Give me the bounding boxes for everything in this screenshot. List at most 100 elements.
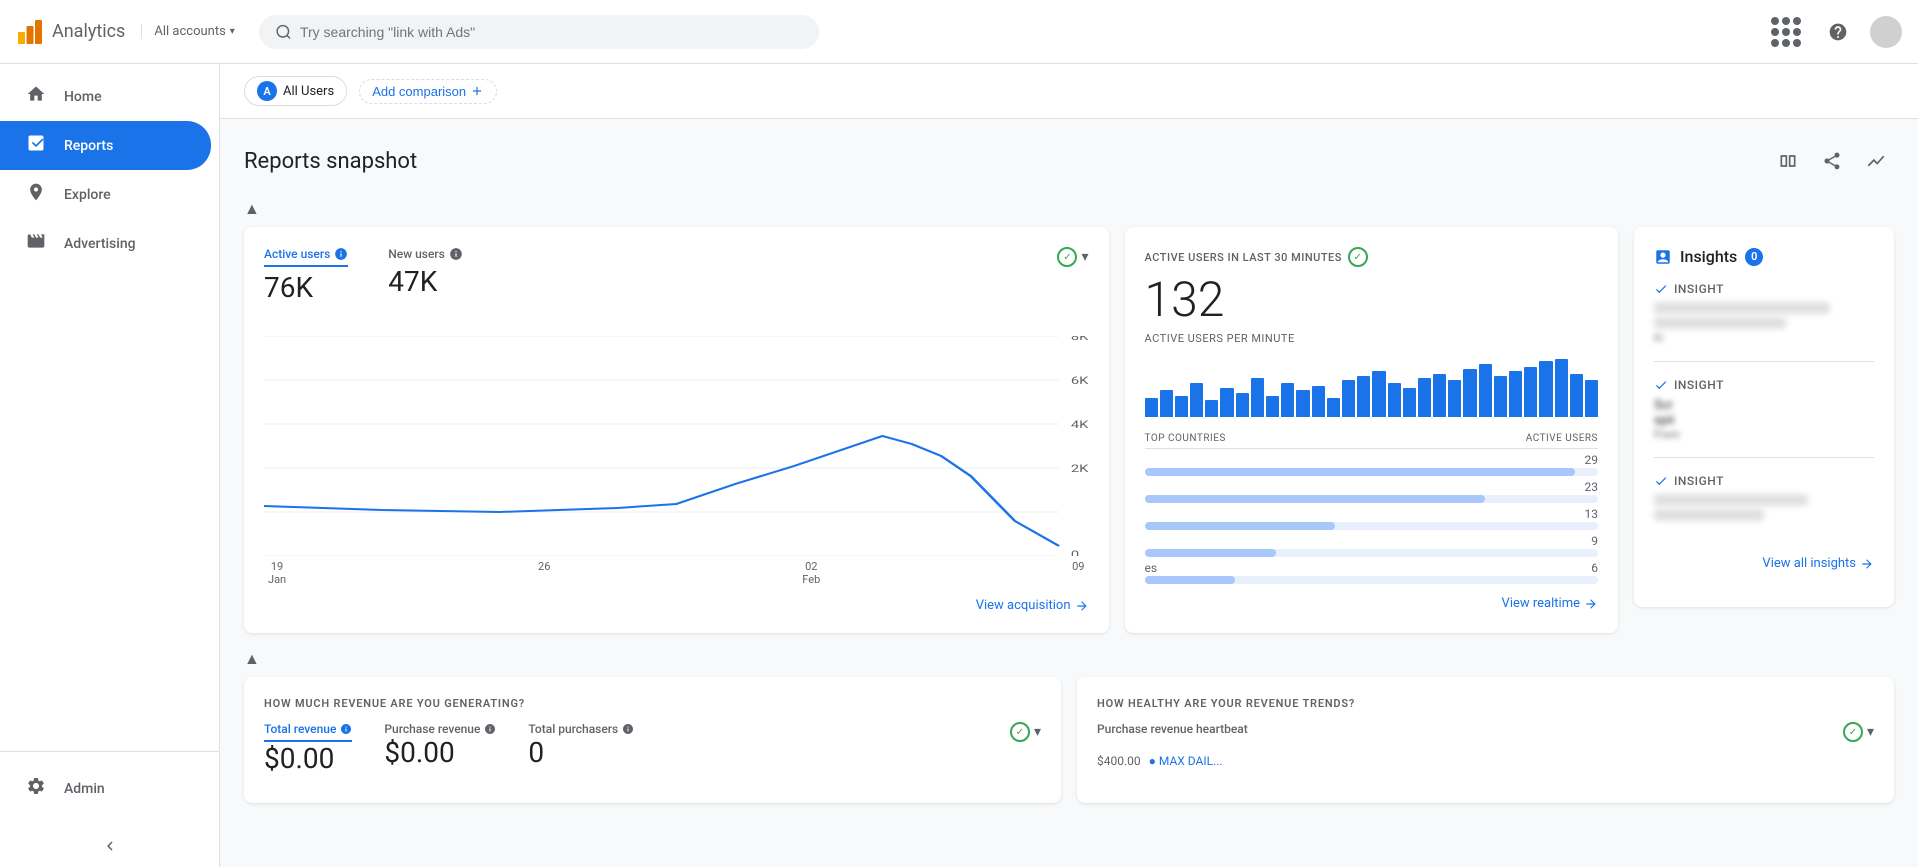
admin-icon — [24, 776, 48, 801]
x-label-3: 02Feb — [802, 560, 820, 586]
sidebar-item-explore[interactable]: Explore — [0, 170, 211, 219]
country-row: 29 — [1145, 453, 1598, 476]
insight-text-2: Scr spii From — [1654, 398, 1874, 441]
svg-text:0: 0 — [1071, 549, 1079, 556]
bar-item — [1266, 396, 1279, 417]
section-toggle-1[interactable]: ▲ — [244, 199, 1894, 219]
customize-button[interactable] — [1858, 143, 1894, 179]
revenue-cards-row: HOW MUCH REVENUE ARE YOU GENERATING? Tot… — [244, 677, 1894, 803]
content-area: A All Users Add comparison Reports snaps… — [220, 64, 1918, 867]
revenue-left-title: HOW MUCH REVENUE ARE YOU GENERATING? — [264, 697, 1041, 710]
account-selector[interactable]: All accounts ▾ — [141, 24, 234, 39]
search-bar[interactable] — [259, 15, 819, 49]
bar-item — [1570, 374, 1583, 418]
columns-view-button[interactable] — [1770, 143, 1806, 179]
search-icon — [275, 23, 292, 41]
sidebar-item-admin[interactable]: Admin — [0, 764, 211, 813]
sidebar-item-advertising-label: Advertising — [64, 236, 136, 252]
bar-item — [1509, 371, 1522, 417]
reports-icon — [24, 133, 48, 158]
info-icon-1[interactable] — [334, 247, 348, 261]
explore-icon — [24, 182, 48, 207]
country-bar-bg — [1145, 495, 1598, 503]
sidebar-collapse-button[interactable] — [97, 833, 123, 859]
country-bar-fill — [1145, 468, 1576, 476]
view-realtime-link[interactable]: View realtime — [1145, 596, 1598, 611]
avatar[interactable] — [1870, 16, 1902, 48]
country-bar-bg — [1145, 549, 1598, 557]
revenue-metrics: Total revenue $0.00 Purchase revenue $0.… — [264, 722, 1041, 775]
purchase-revenue-value: $0.00 — [384, 736, 496, 769]
heartbeat-check-icon: ✓ — [1843, 722, 1863, 742]
all-users-chip[interactable]: A All Users — [244, 76, 347, 106]
revenue-dropdown[interactable]: ▾ — [1034, 724, 1041, 740]
arrow-right-icon-3 — [1860, 557, 1874, 571]
info-icon-rev-1[interactable] — [340, 723, 352, 735]
card-metrics: Active users 76K New users 47K — [264, 247, 463, 304]
sidebar-item-admin-label: Admin — [64, 781, 105, 797]
bar-item — [1220, 388, 1233, 417]
app-logo[interactable]: Analytics — [16, 18, 125, 46]
bar-item — [1145, 398, 1158, 417]
insight-text-1: Fr — [1654, 302, 1874, 345]
max-daily-value: $400.00 — [1097, 754, 1141, 768]
insight-icon-3 — [1654, 474, 1668, 488]
country-bar-bg — [1145, 468, 1598, 476]
view-acquisition-link[interactable]: View acquisition — [264, 598, 1089, 613]
bar-item — [1448, 380, 1461, 417]
sidebar-item-reports[interactable]: Reports — [0, 121, 211, 170]
share-button[interactable] — [1814, 143, 1850, 179]
realtime-label: Active users in last 30 minutes ✓ — [1145, 247, 1598, 267]
bar-item — [1524, 367, 1537, 417]
chevron-down-icon: ▾ — [230, 26, 235, 37]
help-button[interactable] — [1818, 12, 1858, 52]
bar-item — [1190, 383, 1203, 417]
insight-item-2: INSIGHT Scr spii From — [1654, 378, 1874, 458]
content-header: A All Users Add comparison — [220, 64, 1918, 119]
country-value: 29 — [1585, 453, 1599, 467]
chevron-left-icon — [101, 837, 119, 855]
country-bar-fill — [1145, 495, 1485, 503]
search-input[interactable] — [300, 24, 803, 40]
realtime-sublabel: Active users per minute — [1145, 332, 1598, 345]
metric-new-users: New users 47K — [388, 247, 463, 304]
bar-item — [1555, 359, 1568, 417]
info-icon-rev-2[interactable] — [484, 723, 496, 735]
metrics-dropdown[interactable]: ▾ — [1081, 249, 1088, 265]
realtime-card: Active users in last 30 minutes ✓ 132 Ac… — [1125, 227, 1618, 633]
topbar: Analytics All accounts ▾ — [0, 0, 1918, 64]
add-comparison-button[interactable]: Add comparison — [359, 79, 497, 104]
insight-label-2: INSIGHT — [1654, 378, 1874, 392]
bar-item — [1372, 371, 1385, 417]
section-toggle-2[interactable]: ▲ — [244, 649, 1894, 669]
sidebar-item-explore-label: Explore — [64, 187, 111, 203]
country-row: 23 — [1145, 480, 1598, 503]
view-all-insights-link[interactable]: View all insights — [1654, 556, 1874, 571]
segment-label: All Users — [283, 84, 334, 99]
bar-item — [1388, 383, 1401, 417]
insight-item-1: INSIGHT Fr — [1654, 282, 1874, 362]
apps-grid-button[interactable] — [1766, 12, 1806, 52]
sidebar-item-home[interactable]: Home — [0, 72, 211, 121]
realtime-value: 132 — [1145, 271, 1598, 328]
country-row: 13 — [1145, 507, 1598, 530]
insight-icon-2 — [1654, 378, 1668, 392]
total-revenue-metric: Total revenue $0.00 — [264, 722, 352, 775]
new-users-label: New users — [388, 247, 463, 261]
bar-item — [1160, 390, 1173, 417]
bar-item — [1281, 383, 1294, 417]
country-bar-bg — [1145, 576, 1598, 584]
bar-item — [1433, 374, 1446, 418]
realtime-bar-chart — [1145, 357, 1598, 417]
new-users-value: 47K — [388, 265, 463, 298]
info-icon-rev-3[interactable] — [622, 723, 634, 735]
insight-item-3: INSIGHT — [1654, 474, 1874, 540]
logo-icon — [16, 18, 44, 46]
bar-item — [1479, 364, 1492, 417]
sidebar-item-advertising[interactable]: Advertising — [0, 219, 211, 268]
info-icon-2[interactable] — [449, 247, 463, 261]
heartbeat-dropdown[interactable]: ▾ — [1867, 724, 1874, 740]
country-row: es 6 — [1145, 561, 1598, 584]
help-icon — [1828, 22, 1848, 42]
svg-text:8K: 8K — [1071, 336, 1089, 343]
